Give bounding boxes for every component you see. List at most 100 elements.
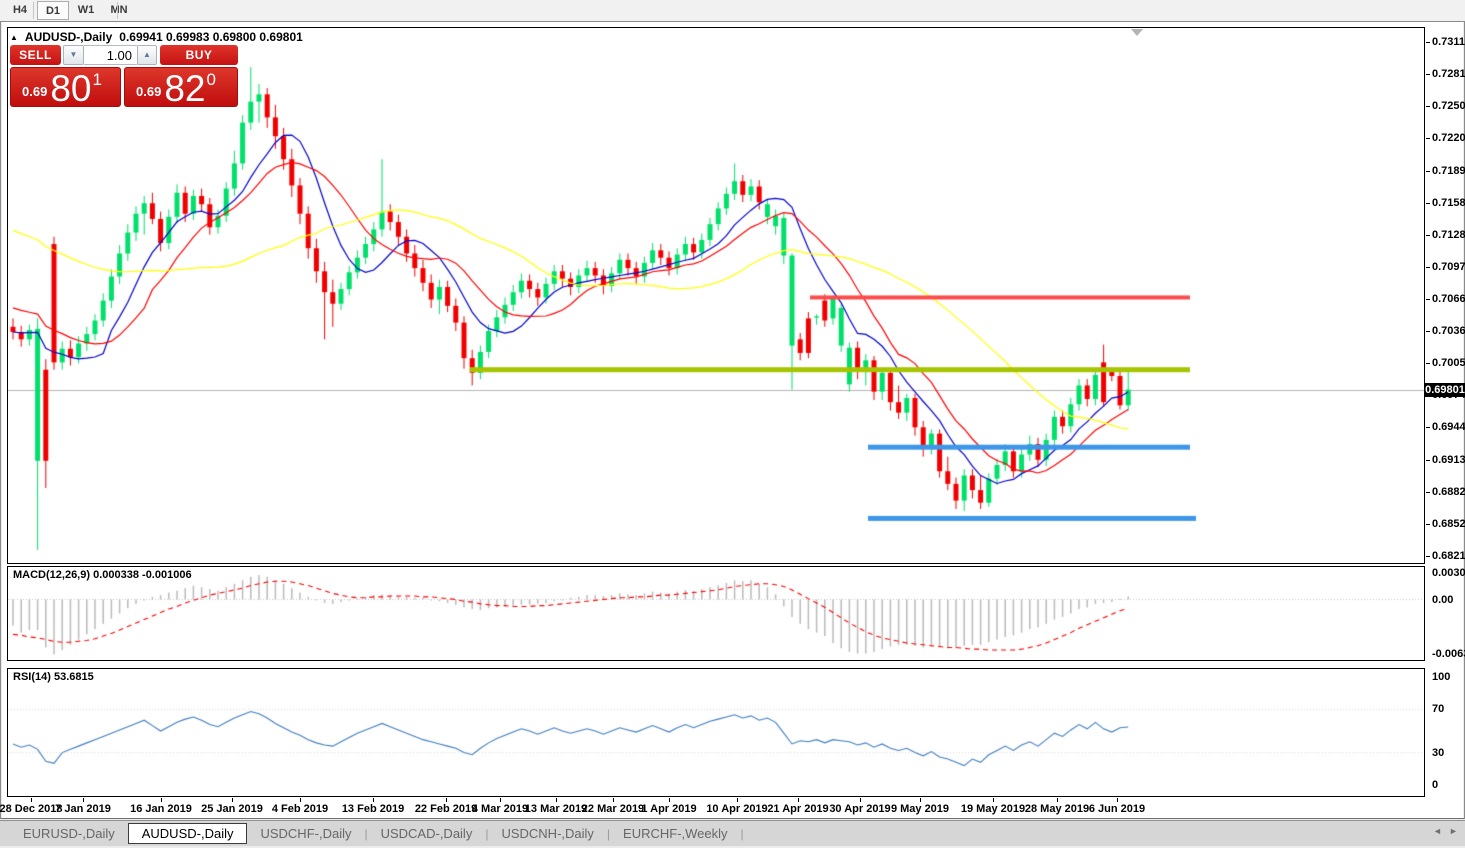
symbol-tab-usdcad[interactable]: USDCAD-,Daily <box>368 824 486 843</box>
sell-price-prefix: 0.69 <box>22 84 48 99</box>
price-axis-tick <box>1426 363 1430 365</box>
rsi-axis-label: 100 <box>1432 671 1451 683</box>
time-axis-tick <box>31 798 32 802</box>
sell-price-big: 80 <box>50 67 92 109</box>
chart-title: ▲ AUDUSD-,Daily 0.69941 0.69983 0.69800 … <box>10 30 303 44</box>
time-axis-tick <box>993 798 994 802</box>
price-axis-label: 0.70050 <box>1432 357 1465 370</box>
symbol-tab-usdchf[interactable]: USDCHF-,Daily <box>247 824 364 843</box>
price-axis-tick <box>1426 299 1430 301</box>
time-axis-tick <box>446 798 447 802</box>
price-axis-label: 0.70970 <box>1432 261 1465 274</box>
tab-separator: | <box>740 826 744 841</box>
macd-axis-label: -0.006311 <box>1432 648 1465 661</box>
sell-button[interactable]: SELL <box>10 45 61 65</box>
price-axis-tick <box>1426 459 1430 461</box>
price-axis-label: 0.72200 <box>1432 132 1465 145</box>
symbol-tab-eurusd[interactable]: EURUSD-,Daily <box>10 824 128 843</box>
symbol-tab-strip: EURUSD-,Daily AUDUSD-,Daily USDCHF-,Daily |… <box>0 820 1465 846</box>
price-axis-label: 0.70665 <box>1432 293 1465 306</box>
time-axis-tick <box>161 798 162 802</box>
rsi-indicator-label: RSI(14) 53.6815 <box>13 671 94 683</box>
price-axis-tick <box>1426 202 1430 204</box>
window-left-border <box>0 22 1 819</box>
buy-price-prefix: 0.69 <box>136 84 162 99</box>
chart-shift-marker-icon <box>1131 29 1143 36</box>
time-axis-tick <box>1057 798 1058 802</box>
arrow-up-icon: ▲ <box>143 50 151 59</box>
time-axis-tick <box>232 798 233 802</box>
time-axis-label: 4 Feb 2019 <box>271 803 329 815</box>
price-axis-label: 0.68520 <box>1432 517 1465 530</box>
chart-ohlc-values: 0.69941 0.69983 0.69800 0.69801 <box>119 30 303 44</box>
volume-input[interactable] <box>84 45 137 65</box>
price-axis-tick <box>1426 330 1430 332</box>
time-axis-label: 13 Feb 2019 <box>341 803 405 815</box>
time-axis-tick <box>1117 798 1118 802</box>
price-axis-tick <box>1426 427 1430 429</box>
time-axis-label: 9 May 2019 <box>890 803 950 815</box>
one-click-trading-panel: SELL ▼ ▲ BUY 0.69 80 1 0.69 82 0 <box>10 44 241 108</box>
time-axis-label: 16 Jan 2019 <box>130 803 192 815</box>
price-axis-label: 0.68825 <box>1432 485 1465 498</box>
chart-canvas[interactable] <box>0 0 1465 848</box>
rsi-axis-label: 0 <box>1432 779 1439 791</box>
buy-price-pipette: 0 <box>206 70 216 89</box>
symbol-tab-usdcnh[interactable]: USDCNH-,Daily <box>488 824 606 843</box>
current-price-badge: 0.69801 <box>1425 383 1465 397</box>
price-axis-tick <box>1426 42 1430 44</box>
price-axis-label: 0.69440 <box>1432 421 1465 434</box>
sell-quote-box[interactable]: 0.69 80 1 <box>10 67 121 107</box>
timeframe-button-mn[interactable]: MN <box>103 1 135 20</box>
price-axis-label: 0.68210 <box>1432 550 1465 563</box>
buy-quote-box[interactable]: 0.69 82 0 <box>124 67 238 107</box>
volume-increase-button[interactable]: ▲ <box>137 45 157 65</box>
price-axis-label: 0.72810 <box>1432 68 1465 81</box>
timeframe-button-d1[interactable]: D1 <box>37 1 69 20</box>
price-axis-tick <box>1426 556 1430 558</box>
time-axis-tick <box>669 798 670 802</box>
time-axis-tick <box>300 798 301 802</box>
timeframe-button-w1[interactable]: W1 <box>70 1 102 20</box>
macd-indicator-label: MACD(12,26,9) 0.000338 -0.001006 <box>13 569 192 581</box>
timeframe-toolbar: H4 D1 W1 MN <box>0 0 1465 22</box>
symbol-tab-eurchf[interactable]: EURCHF-,Weekly <box>610 824 741 843</box>
time-axis-tick <box>737 798 738 802</box>
collapse-panel-icon[interactable]: ▲ <box>10 33 18 42</box>
window-bottom-border <box>0 818 1465 819</box>
macd-axis-label: 0.003035 <box>1432 567 1465 580</box>
time-axis-tick <box>556 798 557 802</box>
price-axis-label: 0.70360 <box>1432 324 1465 337</box>
time-axis-tick <box>613 798 614 802</box>
price-axis-label: 0.69130 <box>1432 453 1465 466</box>
symbol-tab-audusd[interactable]: AUDUSD-,Daily <box>127 823 248 844</box>
buy-button[interactable]: BUY <box>160 45 238 65</box>
chart-symbol-label: AUDUSD-,Daily <box>24 30 113 44</box>
arrow-down-icon: ▼ <box>69 50 78 59</box>
buy-price-big: 82 <box>164 67 206 109</box>
price-axis-tick <box>1426 170 1430 172</box>
price-axis-label: 0.71890 <box>1432 164 1465 177</box>
macd-axis-label: 0.00 <box>1432 593 1454 606</box>
time-axis-tick <box>920 798 921 802</box>
price-axis-label: 0.73115 <box>1432 36 1465 49</box>
time-axis-tick <box>500 798 501 802</box>
volume-decrease-button[interactable]: ▼ <box>63 45 84 65</box>
price-axis-tick <box>1426 491 1430 493</box>
time-axis-tick <box>83 798 84 802</box>
timeframe-button-h4[interactable]: H4 <box>4 1 36 20</box>
tab-scroll-left-icon[interactable]: ◄ <box>1433 826 1442 836</box>
tab-scroll-right-icon[interactable]: ► <box>1449 826 1458 836</box>
price-axis-tick <box>1426 106 1430 108</box>
price-axis-tick <box>1426 138 1430 140</box>
time-axis-label: 7 Jan 2019 <box>55 803 111 815</box>
price-axis-label: 0.71280 <box>1432 228 1465 241</box>
time-axis-tick <box>373 798 374 802</box>
price-axis-label: 0.72505 <box>1432 100 1465 113</box>
sell-price-pipette: 1 <box>92 70 102 89</box>
price-axis-label: 0.71585 <box>1432 196 1465 209</box>
price-axis-tick <box>1426 234 1430 236</box>
time-axis-tick <box>798 798 799 802</box>
rsi-axis-label: 70 <box>1432 703 1445 716</box>
toolbar-separator <box>33 2 34 19</box>
